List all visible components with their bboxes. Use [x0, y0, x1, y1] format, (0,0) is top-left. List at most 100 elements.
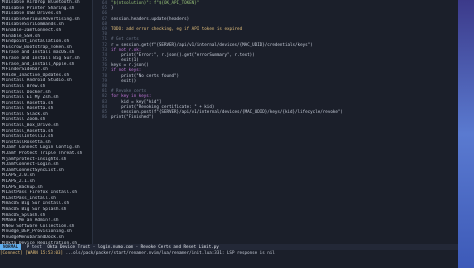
- file-explorer-sidebar[interactable]: MDisable AirDrop Bluetooth.sh MDisable Pr…: [0, 0, 93, 244]
- file-type-icon: M: [2, 100, 5, 106]
- file-type-icon: M: [2, 234, 5, 240]
- code-editor[interactable]: 64 "$(ntsolution)": f"${OK_API_TOKEN}" 65}…: [93, 0, 458, 244]
- file-name-label: InstallIntelliJ.sh: [5, 134, 54, 140]
- file-type-icon: M: [2, 167, 5, 173]
- file-name-label: FinderSidebar.sh: [5, 67, 48, 73]
- file-type-icon: M: [2, 156, 5, 162]
- file-name-label: Install Rosetta.sh: [5, 106, 54, 112]
- code-text: }: [111, 5, 114, 11]
- file-type-icon: M: [2, 139, 5, 145]
- file-name-label: JamfConnectSyncList.sh: [5, 167, 64, 173]
- code-text: session.headers.update(headers): [111, 15, 190, 21]
- file-type-icon: M: [2, 111, 5, 117]
- file-name-label: macOS Big Sur Splash.sh: [5, 206, 67, 212]
- file-type-icon: M: [2, 106, 5, 112]
- file-name-label: InstallRosetta.sh: [5, 139, 51, 145]
- file-name-label: New Software Collection.sh: [5, 223, 75, 229]
- file-type-icon: M: [2, 83, 5, 89]
- file-type-icon: M: [2, 50, 5, 56]
- file-name-label: Disable Printer Sharing.sh: [5, 5, 75, 11]
- code-text: "$(ntsolution)": f"${OK_API_TOKEN}": [111, 0, 200, 5]
- file-name-label: jamfprotect-insights.sh: [5, 156, 67, 162]
- file-name-label: Enable_SSH.sh: [5, 33, 41, 39]
- file-type-icon: M: [2, 195, 5, 201]
- file-name-label: Install_Rosetta.sh: [5, 128, 54, 134]
- file-name-label: disableSiriCommands.sh: [5, 22, 64, 28]
- file-name-label: Install Slack.sh: [5, 111, 48, 117]
- file-name-label: Install Android Studio.sh: [5, 78, 72, 84]
- code-text: exit(): [111, 77, 137, 83]
- file-type-icon: M: [2, 0, 5, 5]
- file-type-icon: M: [2, 218, 5, 224]
- file-name-label: LAPS_2.1.sh: [5, 179, 35, 184]
- file-name-label: Erase and Install macOS.sh: [5, 50, 75, 56]
- file-name-label: LastPass Firefox Install.sh: [5, 190, 78, 196]
- file-name-label: Erase and Install Big Sur.sh: [5, 55, 80, 61]
- warning-label: [Connect] [WARN 15:53:03]: [0, 250, 64, 255]
- file-type-icon: M: [2, 44, 5, 50]
- file-type-icon: M: [2, 134, 5, 140]
- file-type-icon: M: [2, 61, 5, 67]
- file-type-icon: M: [2, 95, 5, 101]
- file-name-label: Enable-JamfConnect.sh: [5, 27, 62, 33]
- file-type-icon: M: [2, 162, 5, 168]
- file-type-icon: M: [2, 22, 5, 28]
- file-type-icon: M: [2, 123, 5, 129]
- file-name-label: nudgeMenubarandDock.sh: [5, 234, 64, 240]
- file-name-label: Endpoint_Installation.sh: [5, 39, 70, 45]
- file-type-icon: M: [2, 145, 5, 151]
- file-type-icon: M: [2, 55, 5, 61]
- file-name-label: Jamf Protect Triple Threat.sh: [5, 151, 83, 157]
- warning-message: ...ols/pack/packer/start/renamer.nvim/lu…: [65, 250, 275, 255]
- file-name-label: LAPS_2.0.sh: [5, 173, 35, 179]
- file-name-label: JamfConnect-Login.sh: [5, 162, 59, 168]
- file-type-icon: M: [2, 212, 5, 218]
- file-name-label: macOS Big Sur Install.sh: [5, 201, 70, 207]
- file-name-label: macOS_Splash.sh: [5, 212, 46, 218]
- file-type-icon: M: [2, 184, 5, 190]
- file-name-label: DisableSeriousAdvertising.sh: [5, 16, 80, 22]
- desktop-background: [458, 0, 474, 268]
- file-name-label: Install Ei My Zsh.sh: [5, 95, 59, 101]
- code-text: print("Finished"): [111, 114, 154, 120]
- file-name-label: nudge_DEP_Provisioning.sh: [5, 229, 72, 235]
- file-name-label: LastPass_Install.sh: [5, 195, 56, 201]
- file-type-icon: M: [2, 16, 5, 22]
- file-name-label: Install Docker.sh: [5, 89, 51, 95]
- terminal-empty-area: [0, 256, 458, 268]
- file-type-icon: M: [2, 72, 5, 78]
- file-type-icon: M: [2, 67, 5, 73]
- file-name-label: Jamf Connect Login Config.sh: [5, 145, 80, 151]
- file-type-icon: M: [2, 206, 5, 212]
- file-name-label: Hide_Inactive_Updates.sh: [5, 72, 70, 78]
- file-name-label: Disable AirDrop Bluetooth.sh: [5, 0, 80, 5]
- file-type-icon: M: [2, 229, 5, 235]
- line-number: 86: [101, 114, 107, 120]
- file-type-icon: M: [2, 27, 5, 33]
- code-line[interactable]: 86 print("Finished"): [93, 114, 458, 119]
- file-type-icon: M: [2, 190, 5, 196]
- file-name-label: Make Me an Admin!.sh: [5, 218, 59, 224]
- current-filename: Okta Device Trust - login.numo.com - Rev…: [47, 244, 219, 249]
- file-type-icon: M: [2, 201, 5, 207]
- file-type-icon: M: [2, 39, 5, 45]
- code-text: TODO: add error checking, eg if API toke…: [111, 25, 243, 31]
- file-type-icon: M: [2, 151, 5, 157]
- file-type-icon: M: [2, 223, 5, 229]
- file-name-label: Install_Box_Drive.sh: [5, 123, 59, 129]
- terminal-window[interactable]: MDisable AirDrop Bluetooth.sh MDisable Pr…: [0, 0, 458, 268]
- git-branch: P test: [26, 244, 42, 249]
- file-name-label: Install Brew.sh: [5, 83, 46, 89]
- file-type-icon: M: [2, 179, 5, 184]
- file-type-icon: M: [2, 89, 5, 95]
- file-type-icon: M: [2, 5, 5, 11]
- file-type-icon: M: [2, 128, 5, 134]
- file-name-label: LAPS_Backup.sh: [5, 184, 43, 190]
- file-name-label: Install Zoom.sh: [5, 117, 46, 123]
- file-name-label: Escrow_Bootstrap_Token.sh: [5, 44, 72, 50]
- file-type-icon: M: [2, 33, 5, 39]
- file-type-icon: M: [2, 173, 5, 179]
- file-name-label: Disable USB Drives.sh: [5, 11, 62, 17]
- file-type-icon: M: [2, 78, 5, 84]
- file-type-icon: M: [2, 11, 5, 17]
